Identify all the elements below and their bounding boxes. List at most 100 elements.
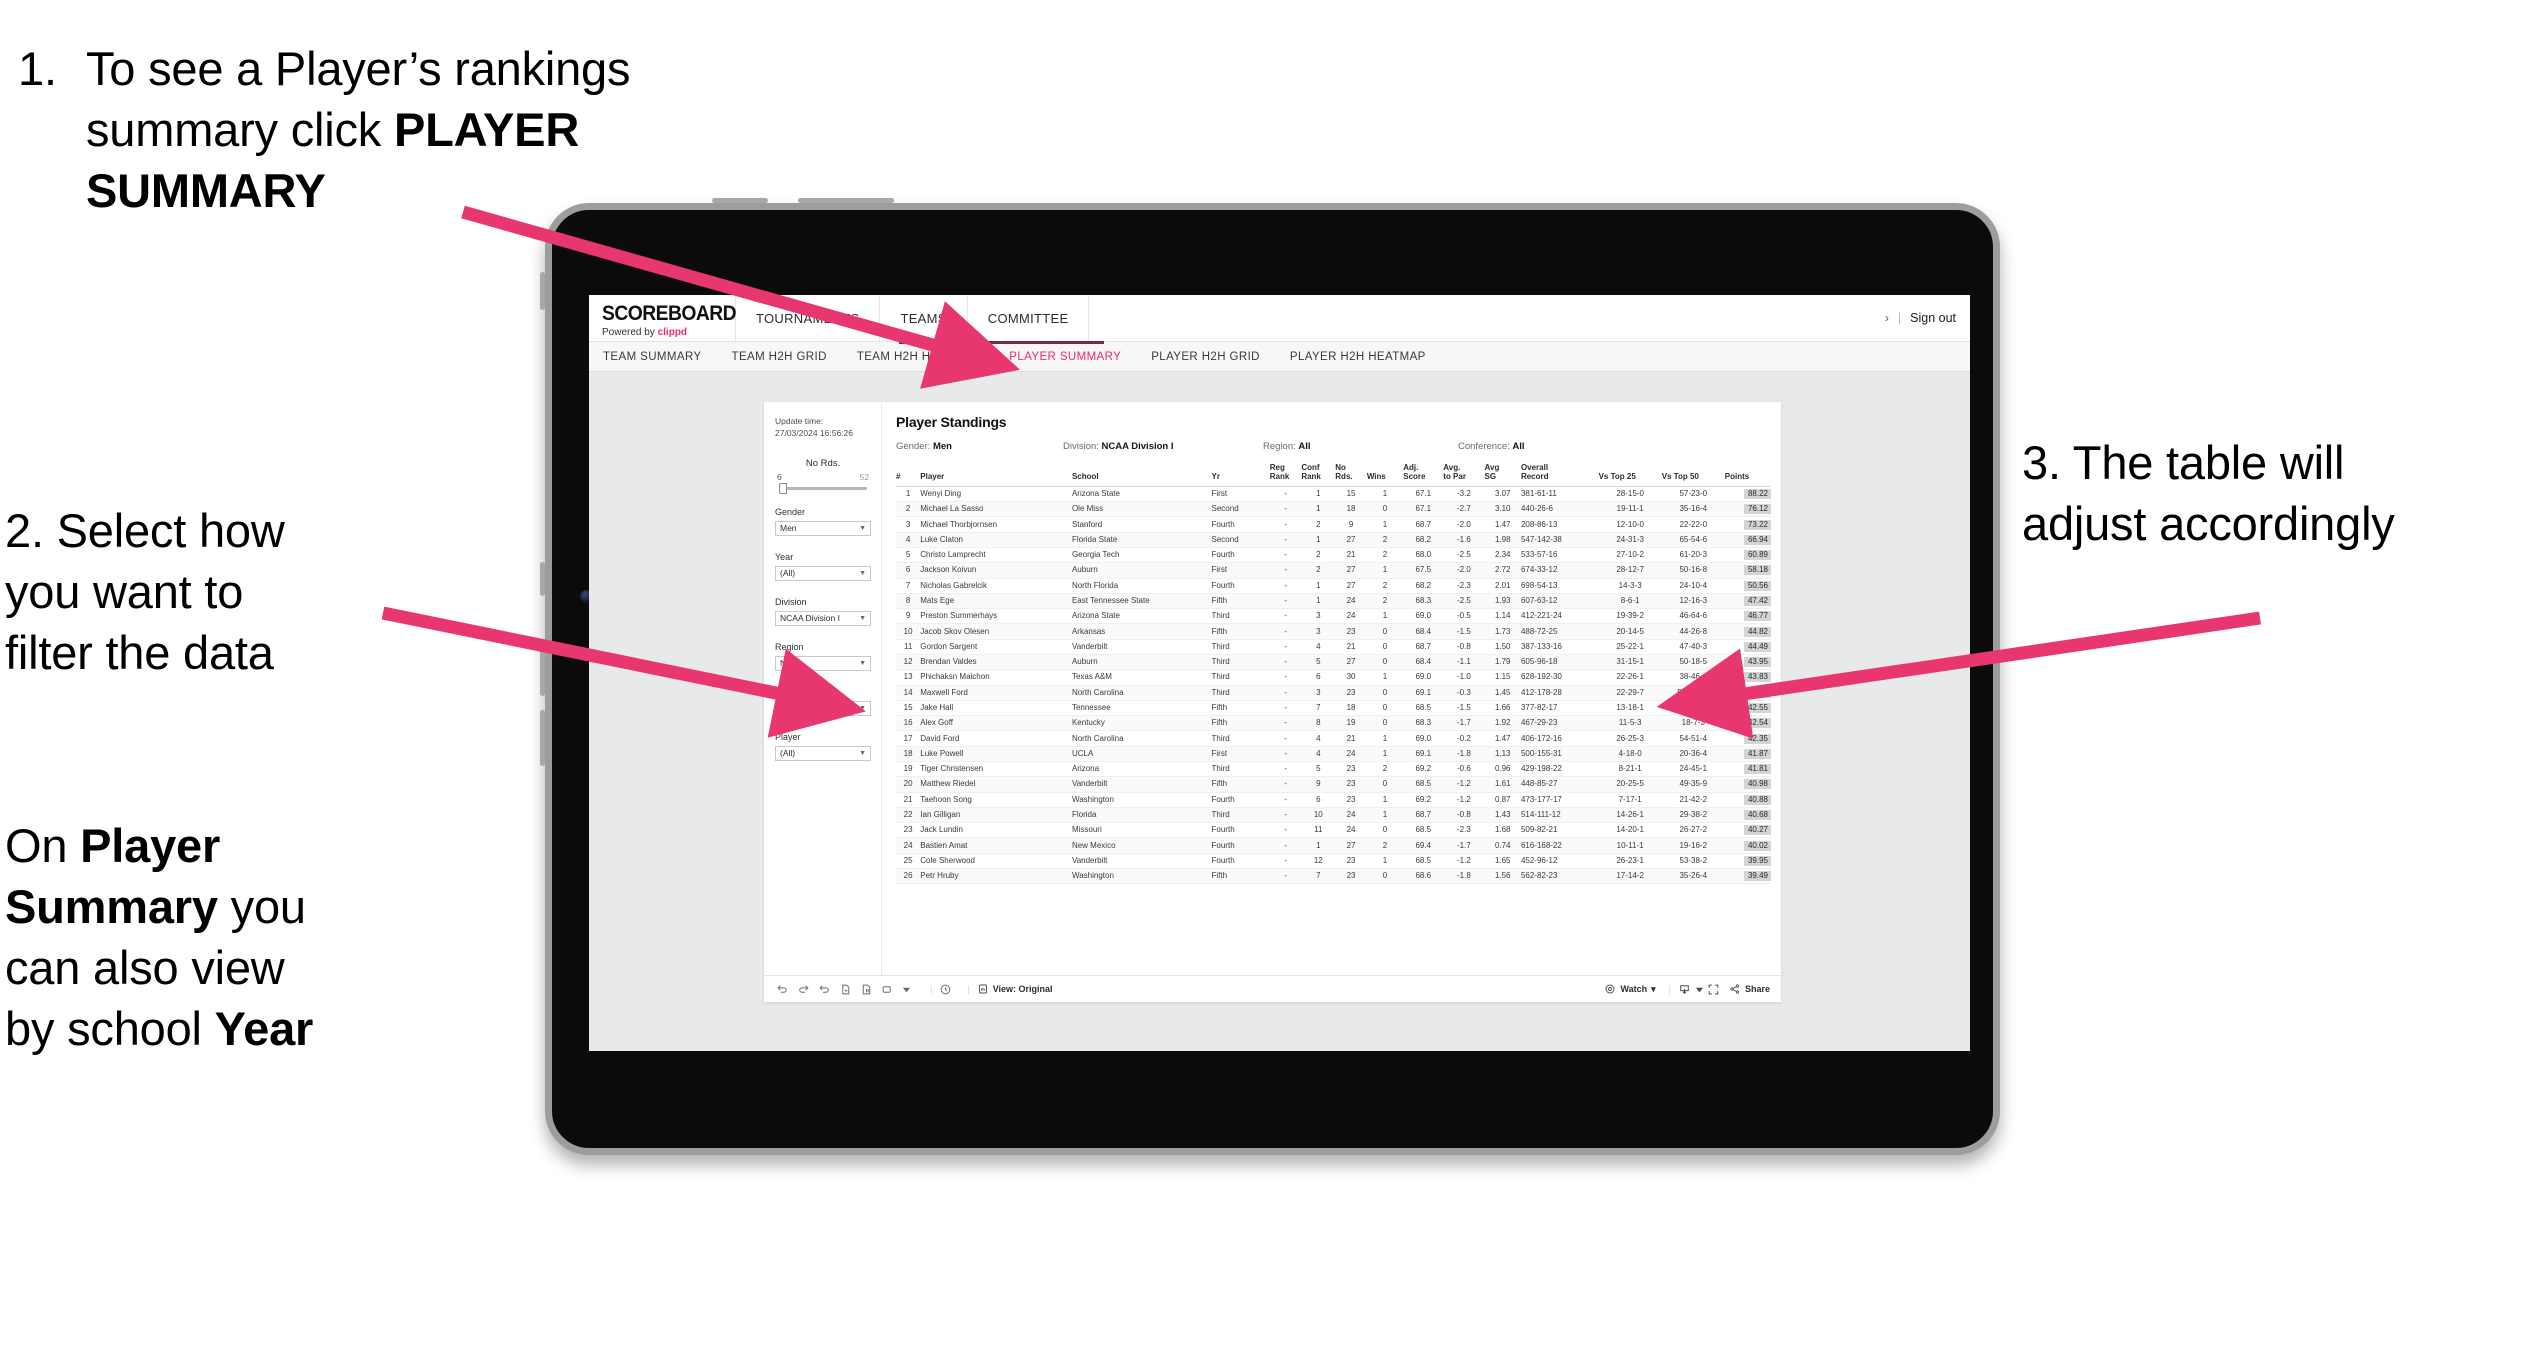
table-row[interactable]: 8 Mats Ege East Tennessee State Fifth -1 24 2 6… xyxy=(896,593,1771,610)
annotation-step-1-line-2-bold: PLAYER xyxy=(393,103,580,157)
filter-division-dropdown[interactable]: NCAA Division I ▼ xyxy=(775,610,871,626)
topnav-item-committee[interactable]: COMMITTEE xyxy=(968,295,1090,341)
table-cell: 6 xyxy=(896,562,921,579)
table-column-header[interactable]: Adj. Score xyxy=(1403,463,1444,487)
revert-icon[interactable] xyxy=(818,983,839,996)
filter-conference-dropdown[interactable]: (All) ▼ xyxy=(775,700,871,716)
device-layout-icon[interactable] xyxy=(881,983,902,996)
table-row[interactable]: 5 Christo Lamprecht Georgia Tech Fourth -2 21… xyxy=(896,547,1771,564)
table-row[interactable]: 23 Jack Lundin Missouri Fourth -11 24 0 68.5 -2.… xyxy=(896,822,1771,839)
table-cell: 18 xyxy=(896,746,921,762)
filter-region-dropdown[interactable]: N/A ▼ xyxy=(775,655,871,671)
tab-player-h2h-grid[interactable]: PLAYER H2H GRID xyxy=(1151,351,1260,363)
app-logo[interactable]: SCOREBOARD Powered by clippd xyxy=(589,295,737,341)
download-caret-icon[interactable] xyxy=(1695,985,1707,994)
no-rounds-slider-track[interactable] xyxy=(779,482,867,494)
table-row[interactable]: 1 Wenyi Ding Arizona State First -1 15 1 67.1 -3… xyxy=(896,486,1771,503)
topnav-item-tournaments[interactable]: TOURNAMENTS xyxy=(736,295,881,341)
device-layout-caret-icon[interactable] xyxy=(902,985,923,994)
table-row[interactable]: 18 Luke Powell UCLA First -4 24 1 69.1 -1.8 1.13 5… xyxy=(896,746,1771,762)
table-row[interactable]: 16 Alex Goff Kentucky Fifth -8 19 0 68.3 -1.7 1.9… xyxy=(896,715,1771,732)
table-cell: 41.81 xyxy=(1724,761,1771,778)
tab-player-h2h-heatmap[interactable]: PLAYER H2H HEATMAP xyxy=(1290,351,1426,363)
view-original-button[interactable]: View: Original xyxy=(977,983,1053,995)
table-cell: 2 xyxy=(1366,761,1404,778)
table-row[interactable]: 21 Taehoon Song Washington Fourth -6 23 1 69.2-… xyxy=(896,792,1771,808)
table-row[interactable]: 4 Luke Claton Florida State Second -1 27 2 68.2… xyxy=(896,532,1771,549)
table-row[interactable]: 19 Tiger Christensen Arizona Third -5 23 2 69.2… xyxy=(896,761,1771,778)
table-column-header[interactable]: # xyxy=(896,464,921,487)
history-icon[interactable] xyxy=(939,983,960,996)
table-row[interactable]: 9 Preston Summerhays Arizona State Third -3 2… xyxy=(896,608,1771,625)
table-row[interactable]: 24 Bastien Amat New Mexico Fourth -1 27 2 69.4-… xyxy=(896,837,1771,854)
table-row[interactable]: 6 Jackson Koivun Auburn First -2 27 1 67.5 -2.0 2… xyxy=(896,562,1771,579)
panel-filter-summary: Gender: Men Division: NCAA Division I Re… xyxy=(896,441,1771,452)
table-row[interactable]: 15 Jake Hall Tennessee Fifth -7 18 0 68.5 -1.5 1.… xyxy=(896,700,1771,717)
table-column-header[interactable]: Points xyxy=(1724,464,1771,487)
share-button[interactable]: Share xyxy=(1729,983,1770,995)
table-cell: 605-96-18 xyxy=(1520,654,1599,671)
table-row[interactable]: 17 David Ford North Carolina Third -4 21 1 69.0… xyxy=(896,730,1771,747)
table-column-header[interactable]: Player xyxy=(920,464,1072,487)
fullscreen-icon[interactable] xyxy=(1707,983,1729,996)
table-row[interactable]: 2 Michael La Sasso Ole Miss Second -1 18 0 67.1… xyxy=(896,501,1771,518)
table-cell: Third xyxy=(1211,669,1270,686)
table-row[interactable]: 12 Brendan Valdes Auburn Third -5 27 0 68.4 -1.1… xyxy=(896,654,1771,671)
refresh-data-icon[interactable] xyxy=(839,983,860,996)
filter-player-dropdown[interactable]: (All) ▼ xyxy=(775,745,871,761)
watch-button[interactable]: Watch ▾ xyxy=(1604,983,1656,995)
table-column-header[interactable]: Avg SG xyxy=(1484,463,1521,487)
table-row[interactable]: 13 Phichaksn Maichon Texas A&M Third -6 30 1 69… xyxy=(896,669,1771,686)
redo-icon[interactable] xyxy=(797,983,818,996)
table-column-header[interactable]: No Rds. xyxy=(1335,463,1367,487)
no-rounds-slider-range: 6 52 xyxy=(777,472,869,482)
topnav-item-teams[interactable]: TEAMS xyxy=(880,295,968,341)
table-cell: 69.2 xyxy=(1403,761,1444,778)
table-column-header[interactable]: Avg. to Par xyxy=(1443,463,1485,487)
no-rounds-slider-filter[interactable]: No Rds. 6 52 xyxy=(775,458,871,494)
filter-year-dropdown[interactable]: (All) ▼ xyxy=(775,565,871,581)
pause-updates-icon[interactable] xyxy=(860,983,881,996)
annotation-step-3-line-1: 3. The table will xyxy=(2022,436,2345,489)
table-row[interactable]: 10 Jacob Skov Olesen Arkansas Fifth -3 23 0 68.… xyxy=(896,623,1771,640)
table-column-header[interactable]: Overall Record xyxy=(1520,463,1599,487)
table-cell: 65-54-6 xyxy=(1661,532,1725,549)
undo-icon[interactable] xyxy=(776,983,797,996)
table-row[interactable]: 22 Ian Gilligan Florida Third -10 24 1 68.7 -0.8… xyxy=(896,807,1771,824)
table-row[interactable]: 20 Matthew Riedel Vanderbilt Fifth -9 23 0 68.5… xyxy=(896,776,1771,793)
filter-gender-dropdown[interactable]: Men ▼ xyxy=(775,520,871,536)
table-column-header[interactable]: Reg Rank xyxy=(1269,463,1302,487)
table-row[interactable]: 25 Cole Sherwood Vanderbilt Fourth -12 23 1 68.… xyxy=(896,853,1771,869)
table-row[interactable]: 7 Nicholas Gabrelcik North Florida Fourth -1… xyxy=(896,578,1771,594)
meta-gender: Gender: Men xyxy=(896,441,1063,452)
table-row[interactable]: 26 Petr Hruby Washington Fifth -7 23 0 68.6 -1.8… xyxy=(896,868,1771,885)
tab-team-h2h-grid[interactable]: TEAM H2H GRID xyxy=(732,351,827,363)
table-cell: East Tennessee State xyxy=(1071,593,1212,610)
table-column-header[interactable]: Vs Top 25 xyxy=(1598,464,1662,487)
table-row[interactable]: 14 Maxwell Ford North Carolina Third -3 23 0 69… xyxy=(896,685,1771,701)
table-column-header[interactable]: Wins xyxy=(1366,464,1404,487)
table-cell: Bastien Amat xyxy=(920,837,1072,854)
table-column-header[interactable]: School xyxy=(1071,464,1212,487)
download-icon[interactable] xyxy=(1678,983,1695,996)
sign-out-button[interactable]: Sign out xyxy=(1910,311,1956,325)
tab-team-summary[interactable]: TEAM SUMMARY xyxy=(603,351,702,363)
table-body: 1 Wenyi Ding Arizona State First -1 15 1 67.1 -3… xyxy=(896,486,1771,885)
tab-player-summary[interactable]: PLAYER SUMMARY xyxy=(1009,351,1121,363)
table-column-header[interactable]: Yr xyxy=(1211,464,1270,487)
table-row[interactable]: 11 Gordon Sargent Vanderbilt Third -4 21 0 68.7… xyxy=(896,639,1771,656)
table-cell: 2 xyxy=(1366,547,1404,564)
no-rounds-slider-handle[interactable] xyxy=(779,482,787,494)
table-column-header[interactable]: Conf Rank xyxy=(1301,463,1336,487)
tab-team-h2h-heatmap[interactable]: TEAM H2H HEATMAP xyxy=(857,351,979,363)
table-cell: 22-29-7 xyxy=(1598,685,1662,701)
table-cell: 514-111-12 xyxy=(1520,807,1599,824)
table-cell: UCLA xyxy=(1071,746,1212,762)
table-cell: 24-31-3 xyxy=(1598,532,1662,549)
chevron-down-icon: ▼ xyxy=(859,749,866,757)
table-cell: 28-12-7 xyxy=(1598,562,1662,579)
table-row[interactable]: 3 Michael Thorbjornsen Stanford Fourth -2 9 1 6… xyxy=(896,516,1771,533)
table-cell: 1 xyxy=(1366,853,1404,869)
table-column-header[interactable]: Vs Top 50 xyxy=(1661,464,1725,487)
account-chevron-icon[interactable]: › xyxy=(1885,311,1889,325)
